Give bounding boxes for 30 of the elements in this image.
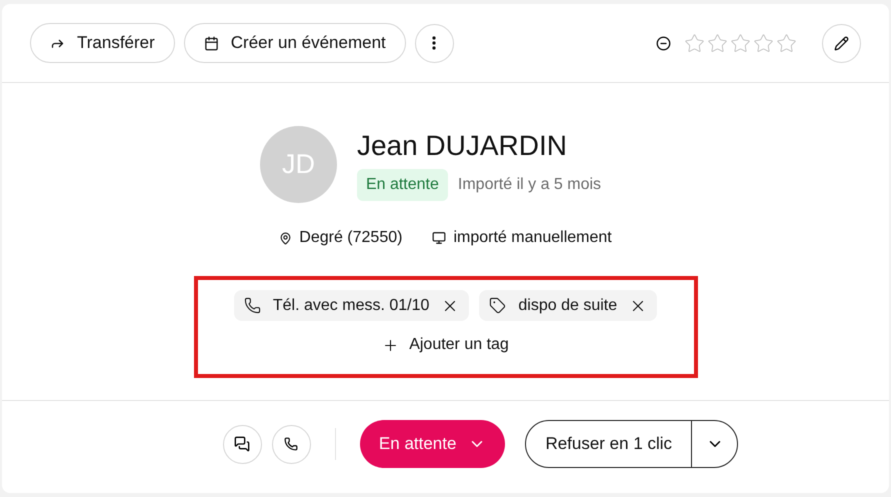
calendar-icon [204, 36, 219, 50]
call-button[interactable] [272, 424, 311, 464]
import-date: Importé il y a 5 mois [458, 174, 602, 194]
star-rating[interactable] [684, 32, 797, 54]
star-icon [753, 32, 774, 54]
status-dropdown-button[interactable]: En attente [360, 420, 506, 468]
star-icon [730, 32, 751, 54]
toolbar-button[interactable]: Créer un événement [184, 23, 406, 63]
tag-label: Tél. avec mess. 01/10 [272, 296, 430, 316]
phone-icon [244, 297, 261, 314]
messages-button[interactable] [222, 424, 262, 464]
monitor-icon [432, 231, 446, 245]
star-icon [684, 32, 705, 54]
toolbar-button[interactable]: Transférer [30, 23, 175, 63]
star-icon [776, 32, 797, 54]
pencil-icon [834, 36, 849, 50]
phone-icon [284, 437, 298, 451]
status-badge: En attente [356, 168, 448, 200]
location-text: Degré (72550) [299, 228, 402, 248]
tag-label: dispo de suite [518, 296, 618, 316]
more-icon [432, 36, 436, 50]
star-icon [707, 32, 728, 54]
edit-button[interactable] [822, 24, 861, 62]
clear-rating-icon[interactable] [656, 36, 671, 50]
source-text: importé manuellement [453, 228, 612, 248]
add-tag-button[interactable]: Ajouter un tag [382, 333, 509, 357]
tag-icon [489, 297, 506, 314]
chat-icon [234, 436, 250, 452]
map-pin-icon [279, 232, 292, 244]
contact-name: Jean DUJARDIN [356, 128, 568, 162]
